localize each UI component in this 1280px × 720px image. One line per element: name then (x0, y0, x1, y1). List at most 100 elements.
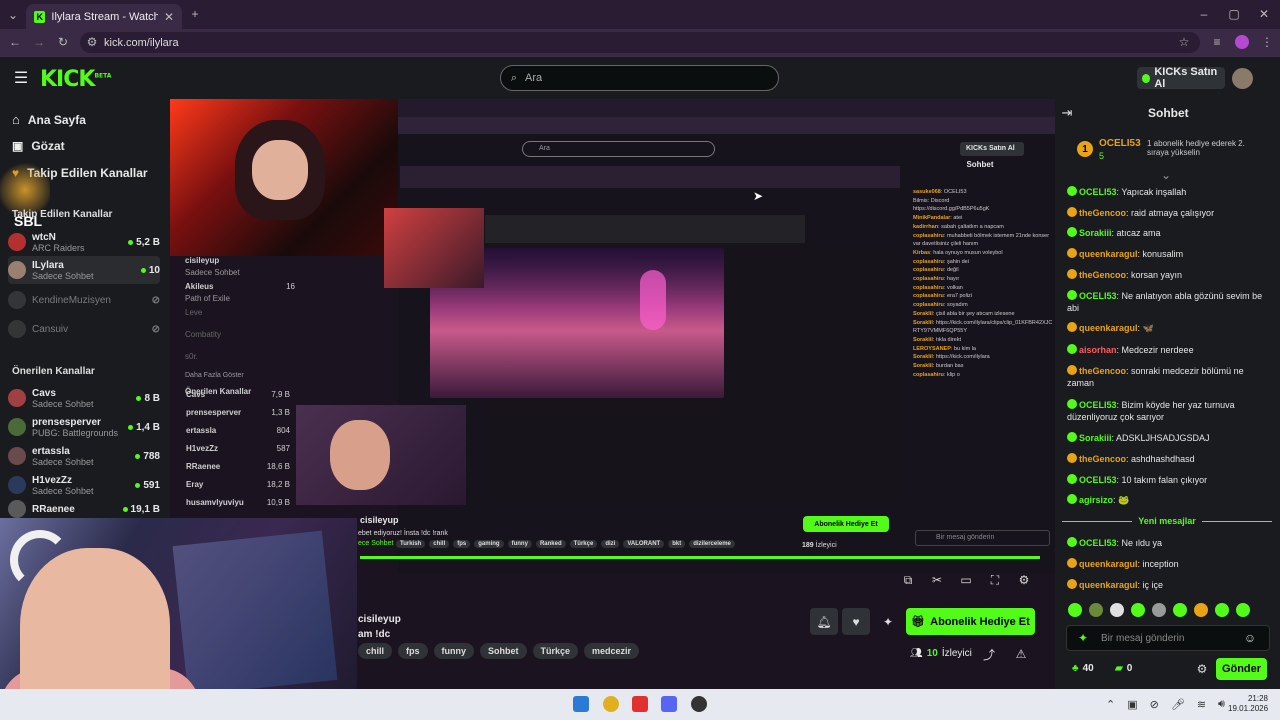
chat-input[interactable]: Bir mesaj gönderin (1066, 625, 1270, 651)
reload-icon[interactable]: ↻ (56, 35, 70, 49)
followed-channel-offline[interactable]: Cansuiv ⊘ (8, 315, 160, 343)
forward-icon[interactable]: → (32, 35, 46, 49)
discord-icon[interactable] (661, 696, 677, 712)
leaderboard-user[interactable]: OCELI53 (1099, 138, 1141, 149)
clock[interactable]: 21:28 19.01.2026 (1228, 694, 1268, 714)
profile-avatar[interactable] (1235, 35, 1249, 49)
emote-icon[interactable] (1236, 603, 1250, 617)
url-field[interactable]: kick.com/ilylara (80, 32, 1200, 53)
captured-kicks-label: KICKs Satın Al (966, 145, 1015, 152)
search-input[interactable]: Ara (500, 65, 779, 91)
chat-username[interactable]: Sorakiii (1079, 228, 1112, 238)
hamburger-menu-icon[interactable]: ☰ (12, 70, 30, 87)
gift-subscription-button[interactable]: 🎁︎ Abonelik Hediye Et (906, 608, 1035, 635)
expand-leaderboard-icon[interactable]: ⌄ (1160, 168, 1172, 182)
recommended-channel[interactable]: H1vezZz Sadece Sohbet 591 (8, 471, 160, 499)
follow-heart-icon[interactable]: ♥ (842, 608, 870, 635)
emote-icon[interactable] (1131, 603, 1145, 617)
share-icon[interactable]: ⤴ (983, 648, 995, 662)
tag-pill[interactable]: medcezir (584, 643, 640, 659)
emoji-picker-icon[interactable]: ☺ (1243, 631, 1257, 645)
chat-username[interactable]: queenkaragul (1079, 580, 1138, 590)
maximize-icon[interactable]: ▢ (1227, 7, 1241, 21)
chat-username[interactable]: OCELI53 (1079, 475, 1117, 485)
chat-username[interactable]: agirsizo (1079, 495, 1113, 505)
chat-message: queenkaragul: 🦋 (1067, 322, 1272, 334)
emote-icon[interactable] (1110, 603, 1124, 617)
chat-username[interactable]: queenkaragul (1079, 249, 1138, 259)
chrome-icon[interactable] (603, 696, 619, 712)
chat-username[interactable]: OCELI53 (1079, 291, 1117, 301)
chat-username[interactable]: OCELI53 (1079, 400, 1117, 410)
nav-home[interactable]: ⌂ Ana Sayfa (12, 112, 86, 127)
app-icon[interactable] (632, 696, 648, 712)
start-menu-icon[interactable] (573, 696, 589, 712)
obs-icon[interactable] (691, 696, 707, 712)
nav-browse[interactable]: ▣ Gözat (12, 139, 65, 153)
site-info-icon[interactable]: ⚙ (86, 35, 98, 49)
chat-username[interactable]: OCELI53 (1079, 187, 1117, 197)
followed-channel-active[interactable]: ILylara Sadece Sohbet 10 (8, 256, 160, 284)
buy-kicks-button[interactable]: KICKs Satın Al (1137, 66, 1225, 90)
chat-username[interactable]: queenkaragul (1079, 323, 1138, 333)
picture-in-picture-icon[interactable]: ⧉ (900, 572, 916, 588)
recommended-channel[interactable]: prensesperver PUBG: Battlegrounds 1,4 B (8, 413, 160, 441)
tag-pill[interactable]: funny (433, 643, 475, 659)
kick-logo[interactable]: KICKBETA (40, 67, 111, 92)
new-tab-icon[interactable]: + (188, 7, 202, 21)
chat-settings-icon[interactable]: ⚙ (1196, 662, 1208, 676)
chat-sparkle-icon[interactable]: ✦ (1076, 631, 1090, 645)
chat-username[interactable]: Sorakiii (1079, 433, 1112, 443)
chat-username[interactable]: theGencoo (1079, 270, 1126, 280)
chat-username[interactable]: theGencoo (1079, 366, 1126, 376)
emote-icon[interactable] (1068, 603, 1082, 617)
fullscreen-icon[interactable]: ⛶ (987, 572, 1003, 588)
minimize-icon[interactable]: – (1197, 7, 1211, 21)
emote-icon[interactable] (1152, 603, 1166, 617)
tag-pill[interactable]: Türkçe (532, 643, 579, 659)
user-avatar[interactable] (1232, 68, 1253, 89)
browser-menu-icon[interactable]: ⋮ (1260, 35, 1274, 49)
system-tray[interactable]: ⌃ ▣ ⊘ 🎤︎ ≋ 🔊︎ (1106, 698, 1225, 711)
channel-points[interactable]: ♣ 40 (1072, 663, 1094, 674)
notification-bell-icon[interactable]: 🔔︎ (810, 608, 838, 635)
theater-mode-icon[interactable]: ▭ (958, 572, 974, 588)
chat-username[interactable]: aisorhan (1079, 345, 1117, 355)
emote-icon[interactable] (1215, 603, 1229, 617)
browser-tab[interactable]: K Ilylara Stream - Watch Live ✕ (26, 4, 182, 29)
recommended-channel[interactable]: Cavs Sadece Sohbet 8 B (8, 384, 160, 412)
media-controls-icon[interactable]: ≡ (1210, 35, 1224, 49)
captured-name: Cavs (186, 390, 206, 399)
streamer-name[interactable]: cisileyup (358, 614, 401, 625)
settings-gear-icon[interactable]: ⚙ (1016, 572, 1032, 588)
tab-menu-icon[interactable]: ⌄ (6, 8, 20, 22)
back-icon[interactable]: ← (8, 35, 22, 49)
window-close-icon[interactable]: ✕ (1257, 7, 1271, 21)
recommended-channel[interactable]: RRaenee 19,1 B (8, 500, 160, 518)
emote-icon[interactable] (1194, 603, 1208, 617)
followed-channel-offline[interactable]: KendineMuzisyen ⊘ (8, 286, 160, 314)
tag-pill[interactable]: chill (358, 643, 393, 659)
clip-icon[interactable]: ✂ (929, 572, 945, 588)
captured-name: ertassla (186, 426, 217, 435)
captured-chat-placeholder: Bir mesaj gönderin (936, 534, 995, 541)
sparkle-icon[interactable]: ✦ (874, 608, 902, 635)
chat-username[interactable]: queenkaragul (1079, 559, 1138, 569)
kicks-balance[interactable]: ▰ 0 (1115, 663, 1132, 674)
bookmark-star-icon[interactable]: ☆ (1177, 35, 1191, 49)
tag-pill[interactable]: Sohbet (480, 643, 527, 659)
chat-username[interactable]: OCELI53 (1079, 538, 1117, 548)
emote-icon[interactable] (1089, 603, 1103, 617)
collapse-chat-icon[interactable]: ⇥ (1060, 105, 1074, 120)
channel-category: Sadece Sohbet (32, 398, 94, 409)
tag-pill[interactable]: fps (398, 643, 428, 659)
emote-icon[interactable] (1173, 603, 1187, 617)
chat-username[interactable]: theGencoo (1079, 454, 1126, 464)
recommended-channel[interactable]: ertassla Sadece Sohbet 788 (8, 442, 160, 470)
report-icon[interactable]: ⚠ (1015, 647, 1027, 661)
followed-channel[interactable]: wtcN ARC Raiders 5,2 B (8, 228, 160, 256)
home-icon: ⌂ (12, 112, 20, 127)
chat-username[interactable]: theGencoo (1079, 208, 1126, 218)
close-tab-icon[interactable]: ✕ (164, 10, 174, 24)
send-button[interactable]: Gönder (1216, 658, 1267, 680)
